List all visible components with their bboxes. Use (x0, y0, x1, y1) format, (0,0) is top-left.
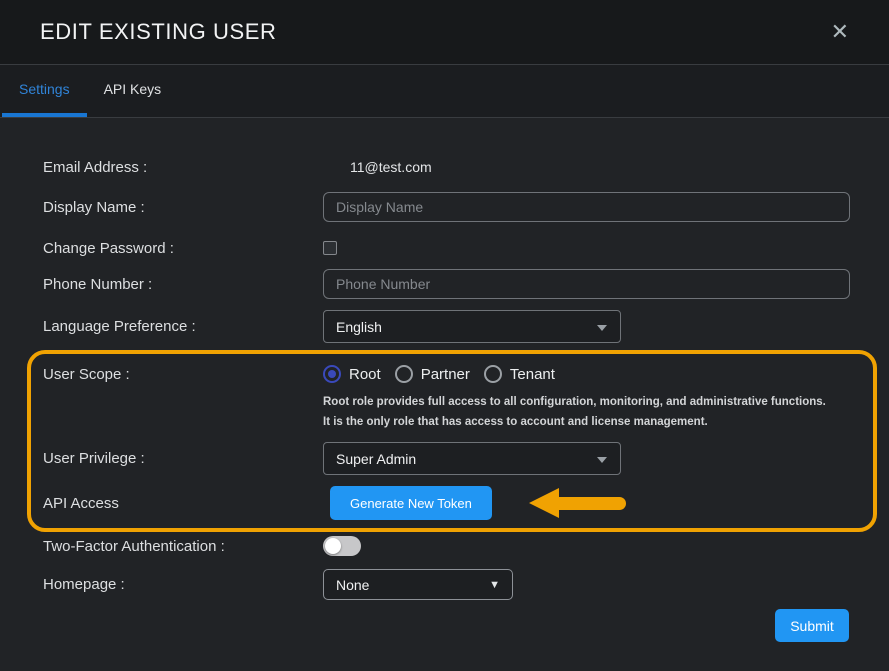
user-scope-label: User Scope : (43, 366, 323, 383)
edit-user-modal: EDIT EXISTING USER ✕ Settings API Keys E… (0, 0, 889, 671)
language-label: Language Preference : (43, 318, 323, 335)
tab-settings[interactable]: Settings (2, 65, 87, 117)
display-name-row: Display Name : (43, 192, 849, 222)
phone-label: Phone Number : (43, 276, 323, 293)
homepage-row: Homepage : None ▼ (43, 569, 849, 600)
user-privilege-select-value: Super Admin (336, 451, 416, 467)
email-label: Email Address : (43, 159, 323, 176)
submit-button[interactable]: Submit (775, 609, 849, 642)
phone-field[interactable] (323, 269, 850, 299)
homepage-select[interactable]: None ▼ (323, 569, 513, 600)
language-select[interactable]: English (323, 310, 621, 343)
user-scope-help-line2: It is the only role that has access to a… (323, 412, 873, 432)
change-password-checkbox[interactable] (323, 241, 337, 255)
radio-root-label: Root (349, 366, 381, 383)
two-factor-toggle[interactable] (323, 536, 361, 556)
display-name-label: Display Name : (43, 199, 323, 216)
generate-new-token-button[interactable]: Generate New Token (330, 486, 492, 520)
user-privilege-row: User Privilege : Super Admin (43, 442, 873, 475)
tab-api-keys-label: API Keys (104, 81, 162, 97)
homepage-label: Homepage : (43, 576, 323, 593)
chevron-down-icon (597, 457, 607, 463)
chevron-down-icon: ▼ (489, 578, 500, 593)
modal-header: EDIT EXISTING USER ✕ (0, 0, 889, 65)
close-icon[interactable]: ✕ (831, 21, 849, 43)
modal-footer: Submit (43, 609, 849, 642)
two-factor-row: Two-Factor Authentication : (43, 536, 849, 556)
tab-api-keys[interactable]: API Keys (87, 65, 179, 117)
arrow-tail (558, 497, 626, 510)
homepage-select-value: None (336, 577, 369, 593)
radio-partner-icon (395, 365, 413, 383)
radio-partner-label: Partner (421, 366, 470, 383)
chevron-down-icon (597, 325, 607, 331)
user-privilege-select[interactable]: Super Admin (323, 442, 621, 475)
user-scope-help: Root role provides full access to all co… (323, 392, 873, 432)
language-select-value: English (336, 319, 382, 335)
user-privilege-label: User Privilege : (43, 450, 323, 467)
page-title: EDIT EXISTING USER (40, 19, 277, 45)
toggle-knob (325, 538, 341, 554)
api-access-label: API Access (43, 495, 323, 512)
radio-tenant-label: Tenant (510, 366, 555, 383)
radio-tenant-icon (484, 365, 502, 383)
user-scope-row: User Scope : Root Partner Te (43, 362, 873, 386)
annotation-arrow (529, 488, 626, 518)
change-password-label: Change Password : (43, 240, 323, 257)
radio-partner[interactable]: Partner (395, 365, 470, 383)
tab-settings-label: Settings (19, 81, 70, 97)
tab-bar: Settings API Keys (0, 65, 889, 118)
email-value: 11@test.com (323, 159, 432, 175)
two-factor-label: Two-Factor Authentication : (43, 538, 323, 555)
change-password-row: Change Password : (43, 240, 849, 256)
highlight-box: User Scope : Root Partner Te (27, 350, 877, 532)
user-scope-help-line1: Root role provides full access to all co… (323, 392, 873, 412)
settings-form: Email Address : 11@test.com Display Name… (0, 118, 889, 671)
display-name-field[interactable] (323, 192, 850, 222)
radio-tenant[interactable]: Tenant (484, 365, 555, 383)
language-row: Language Preference : English (43, 310, 849, 343)
email-row: Email Address : 11@test.com (43, 154, 849, 180)
api-access-row: API Access Generate New Token (43, 486, 873, 520)
phone-row: Phone Number : (43, 269, 849, 299)
arrow-left-icon (529, 488, 559, 518)
radio-root-icon (323, 365, 341, 383)
radio-root[interactable]: Root (323, 365, 381, 383)
user-scope-radio-group: Root Partner Tenant (323, 365, 555, 383)
